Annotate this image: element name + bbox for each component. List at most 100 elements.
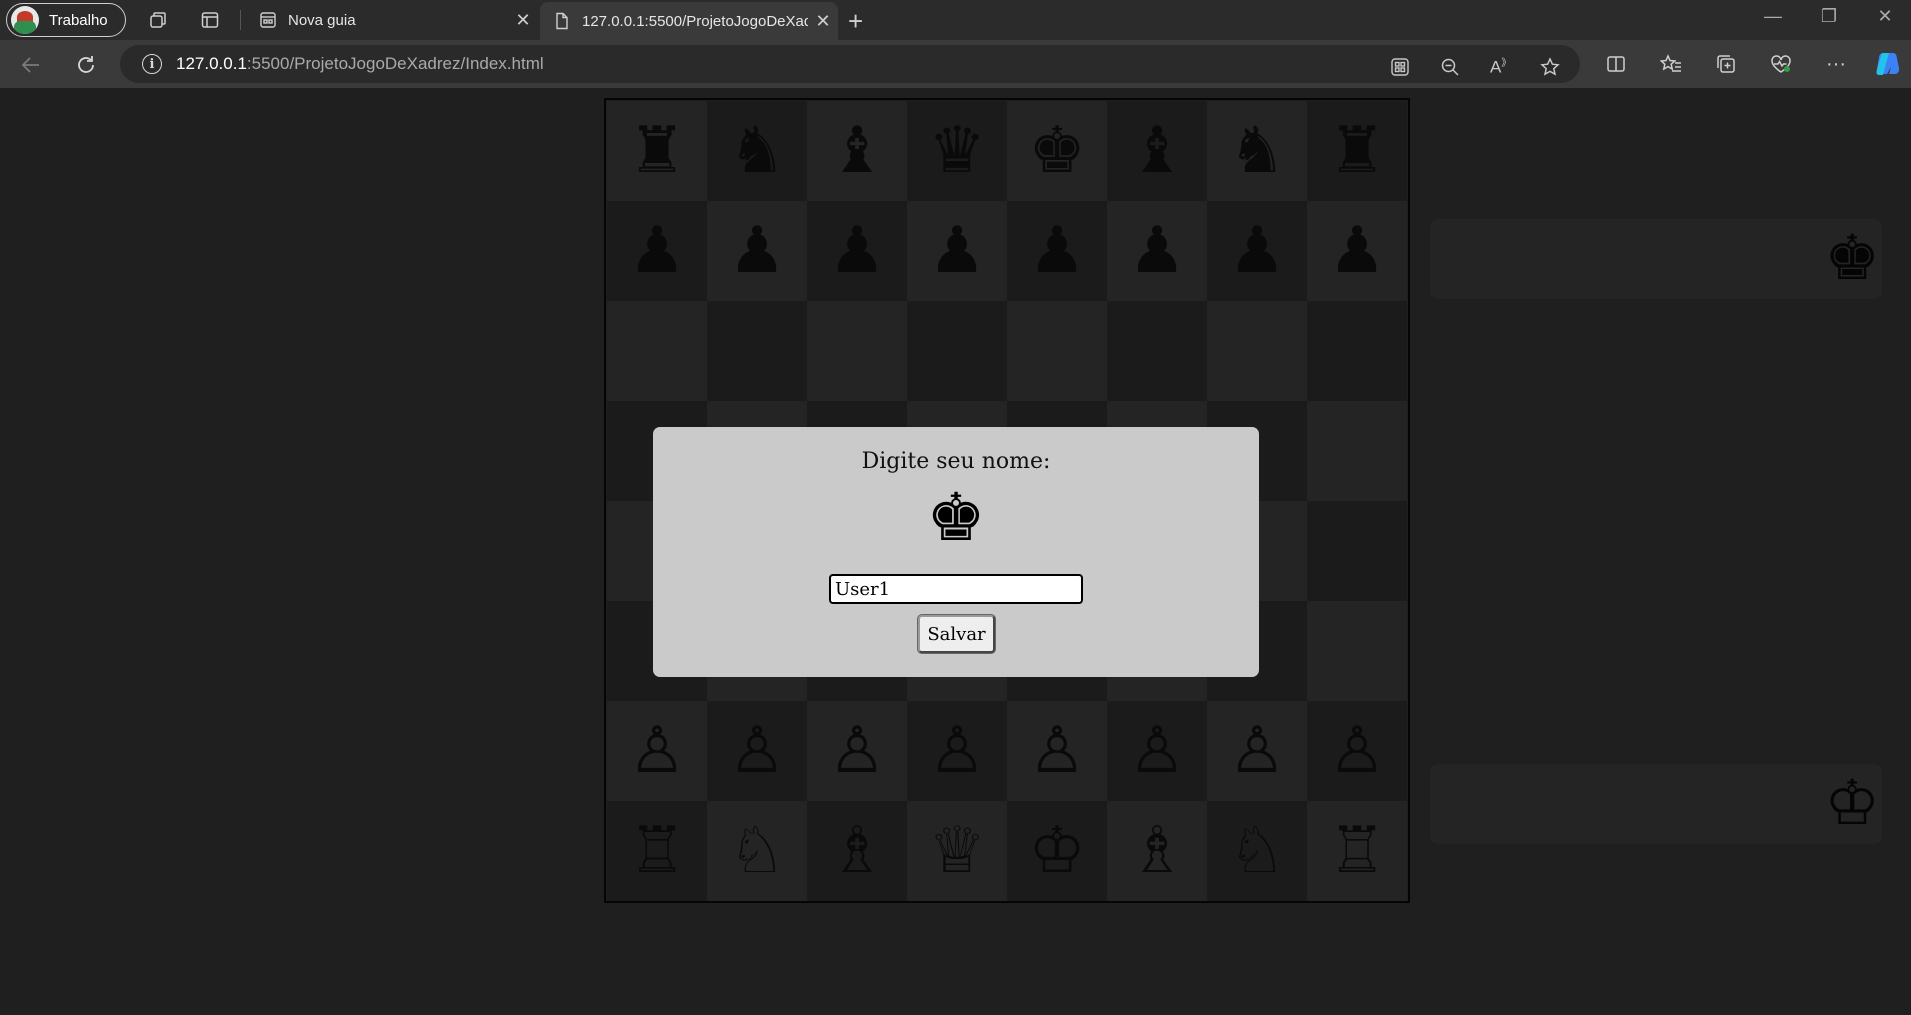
white-rook-icon[interactable]: ♖	[1328, 819, 1385, 883]
white-queen-icon[interactable]: ♕	[928, 819, 985, 883]
minimize-icon[interactable]: —	[1758, 6, 1788, 27]
board-square[interactable]	[1307, 601, 1407, 701]
board-square[interactable]: ♟	[907, 201, 1007, 301]
board-square[interactable]: ♝	[807, 101, 907, 201]
white-pawn-icon[interactable]: ♙	[1128, 719, 1185, 783]
board-square[interactable]: ♟	[1007, 201, 1107, 301]
white-pawn-icon[interactable]: ♙	[828, 719, 885, 783]
tab-projeto-jogo-de-xadrez[interactable]: 127.0.0.1:5500/ProjetoJogoDeXadrez ✕	[540, 2, 838, 40]
white-pawn-icon[interactable]: ♙	[728, 719, 785, 783]
board-square[interactable]: ♗	[1107, 801, 1207, 901]
board-square[interactable]: ♛	[907, 101, 1007, 201]
site-info-icon[interactable]: i	[142, 54, 162, 74]
black-knight-icon[interactable]: ♞	[728, 119, 785, 183]
refresh-icon[interactable]	[73, 52, 99, 78]
board-square[interactable]: ♟	[807, 201, 907, 301]
board-square[interactable]	[1207, 301, 1307, 401]
board-square[interactable]	[1107, 301, 1207, 401]
board-square[interactable]: ♙	[1307, 701, 1407, 801]
board-square[interactable]: ♗	[807, 801, 907, 901]
app-available-icon[interactable]	[1390, 57, 1410, 82]
black-pawn-icon[interactable]: ♟	[1128, 219, 1185, 283]
white-king-icon[interactable]: ♔	[1028, 819, 1085, 883]
browser-essentials-icon[interactable]	[1767, 50, 1795, 78]
favorite-star-icon[interactable]	[1540, 57, 1560, 82]
split-screen-icon[interactable]	[1602, 50, 1630, 78]
white-pawn-icon[interactable]: ♙	[1028, 719, 1085, 783]
black-queen-icon[interactable]: ♛	[928, 119, 985, 183]
new-tab-icon[interactable]: +	[848, 6, 863, 37]
name-input[interactable]	[829, 574, 1083, 604]
white-knight-icon[interactable]: ♘	[1228, 819, 1285, 883]
collections-icon[interactable]	[1712, 50, 1740, 78]
copilot-icon[interactable]	[1874, 50, 1902, 78]
board-square[interactable]: ♞	[707, 101, 807, 201]
board-square[interactable]: ♞	[1207, 101, 1307, 201]
white-pawn-icon[interactable]: ♙	[928, 719, 985, 783]
black-pawn-icon[interactable]: ♟	[1328, 219, 1385, 283]
board-square[interactable]: ♝	[1107, 101, 1207, 201]
board-square[interactable]: ♟	[707, 201, 807, 301]
board-square[interactable]	[707, 301, 807, 401]
read-aloud-icon[interactable]: A》	[1490, 54, 1511, 78]
board-square[interactable]	[907, 301, 1007, 401]
board-square[interactable]: ♖	[607, 801, 707, 901]
board-square[interactable]	[607, 301, 707, 401]
board-square[interactable]: ♘	[707, 801, 807, 901]
board-square[interactable]: ♟	[1307, 201, 1407, 301]
white-pawn-icon[interactable]: ♙	[628, 719, 685, 783]
black-pawn-icon[interactable]: ♟	[728, 219, 785, 283]
black-pawn-icon[interactable]: ♟	[828, 219, 885, 283]
vertical-tabs-icon[interactable]	[198, 8, 222, 32]
profile-button[interactable]: Trabalho	[6, 3, 126, 37]
board-square[interactable]: ♟	[607, 201, 707, 301]
board-square[interactable]: ♙	[1007, 701, 1107, 801]
save-button[interactable]: Salvar	[918, 615, 995, 653]
black-pawn-icon[interactable]: ♟	[928, 219, 985, 283]
board-square[interactable]: ♟	[1107, 201, 1207, 301]
back-icon[interactable]	[18, 52, 44, 78]
address-bar[interactable]: i 127.0.0.1:5500/ProjetoJogoDeXadrez/Ind…	[120, 45, 1580, 83]
white-pawn-icon[interactable]: ♙	[1228, 719, 1285, 783]
workspaces-icon[interactable]	[146, 8, 170, 32]
white-bishop-icon[interactable]: ♗	[1128, 819, 1185, 883]
board-square[interactable]: ♙	[607, 701, 707, 801]
board-square[interactable]: ♔	[1007, 801, 1107, 901]
black-rook-icon[interactable]: ♜	[628, 119, 685, 183]
black-bishop-icon[interactable]: ♝	[828, 119, 885, 183]
board-square[interactable]	[807, 301, 907, 401]
board-square[interactable]: ♙	[907, 701, 1007, 801]
black-pawn-icon[interactable]: ♟	[628, 219, 685, 283]
board-square[interactable]: ♙	[1107, 701, 1207, 801]
board-square[interactable]	[1007, 301, 1107, 401]
board-square[interactable]: ♟	[1207, 201, 1307, 301]
board-square[interactable]: ♙	[807, 701, 907, 801]
board-square[interactable]	[1307, 301, 1407, 401]
more-options-icon[interactable]: ···	[1822, 50, 1850, 78]
black-bishop-icon[interactable]: ♝	[1128, 119, 1185, 183]
board-square[interactable]	[1307, 401, 1407, 501]
board-square[interactable]: ♘	[1207, 801, 1307, 901]
white-pawn-icon[interactable]: ♙	[1328, 719, 1385, 783]
board-square[interactable]: ♕	[907, 801, 1007, 901]
white-bishop-icon[interactable]: ♗	[828, 819, 885, 883]
black-king-icon[interactable]: ♚	[1028, 119, 1085, 183]
board-square[interactable]: ♚	[1007, 101, 1107, 201]
board-square[interactable]	[1307, 501, 1407, 601]
zoom-out-icon[interactable]	[1440, 57, 1460, 82]
close-tab-icon[interactable]: ✕	[808, 11, 838, 32]
board-square[interactable]: ♜	[1307, 101, 1407, 201]
board-square[interactable]: ♜	[607, 101, 707, 201]
board-square[interactable]: ♙	[707, 701, 807, 801]
white-rook-icon[interactable]: ♖	[628, 819, 685, 883]
black-rook-icon[interactable]: ♜	[1328, 119, 1385, 183]
tab-nova-guia[interactable]: Nova guia ✕	[246, 0, 538, 40]
black-knight-icon[interactable]: ♞	[1228, 119, 1285, 183]
black-pawn-icon[interactable]: ♟	[1028, 219, 1085, 283]
close-window-icon[interactable]: ✕	[1870, 6, 1900, 27]
black-pawn-icon[interactable]: ♟	[1228, 219, 1285, 283]
restore-icon[interactable]: ❐	[1814, 6, 1844, 27]
white-knight-icon[interactable]: ♘	[728, 819, 785, 883]
board-square[interactable]: ♙	[1207, 701, 1307, 801]
board-square[interactable]: ♖	[1307, 801, 1407, 901]
